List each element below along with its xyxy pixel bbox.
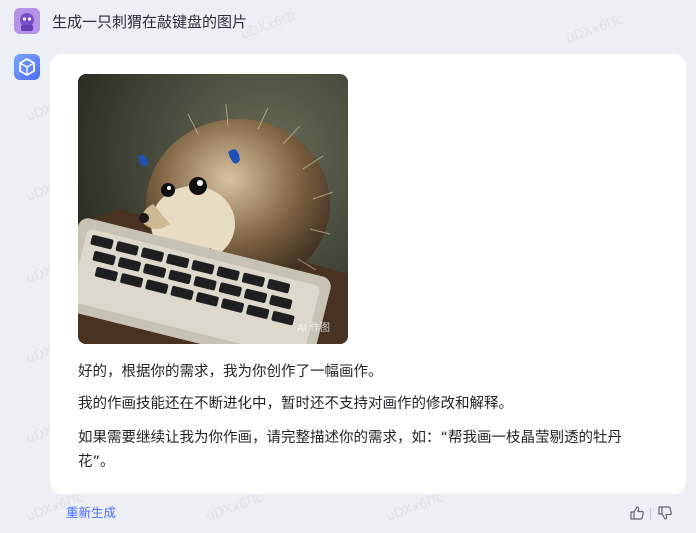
watermark: uDXx6lTc	[384, 490, 446, 525]
regenerate-button[interactable]: 重新生成	[66, 502, 116, 521]
user-avatar	[14, 8, 40, 34]
user-avatar-icon	[14, 8, 40, 34]
thumbs-down-icon[interactable]	[657, 505, 673, 521]
user-message: 生成一只刺猬在敲键盘的图片	[52, 13, 248, 31]
watermark: uDXx6lTc	[239, 8, 301, 43]
generated-image[interactable]: AI 作图	[78, 74, 348, 344]
assistant-message-card: AI 作图 好的，根据你的需求，我为你创作了一幅画作。 我的作画技能还在不断进化…	[50, 54, 686, 494]
cube-logo-icon	[19, 58, 35, 76]
assistant-text-paragraph: 如果需要继续让我为你作画，请完整描述你的需求，如：“帮我画一枝晶莹剔透的牡丹花”…	[78, 430, 623, 470]
watermark: uDXx6lTc	[204, 490, 266, 525]
hedgehog-typing-illustration	[78, 74, 348, 344]
assistant-text-paragraph: 好的，根据你的需求，我为你创作了一幅画作。	[78, 364, 383, 380]
watermark: uDXx6lTc	[564, 12, 626, 47]
assistant-text-paragraph: 我的作画技能还在不断进化中，暂时还不支持对画作的修改和解释。	[78, 396, 513, 412]
assistant-avatar	[14, 54, 40, 80]
thumbs-up-icon[interactable]	[629, 505, 645, 521]
ai-image-badge: AI 作图	[297, 323, 330, 334]
divider	[650, 508, 651, 520]
